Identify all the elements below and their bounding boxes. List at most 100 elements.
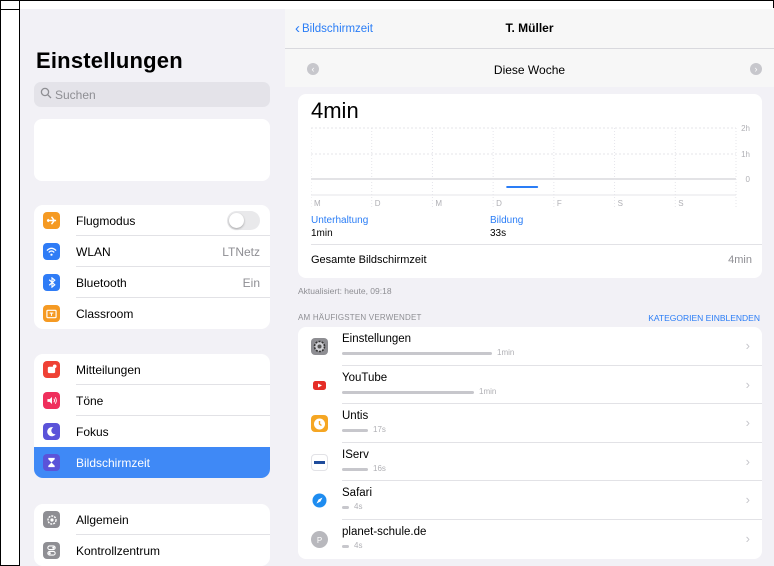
usage-bar xyxy=(342,544,349,548)
chevron-right-icon: › xyxy=(745,492,750,507)
app-row-einstellungen[interactable]: Einstellungen 1min › xyxy=(298,327,762,366)
app-row-youtube[interactable]: YouTube 1min › xyxy=(298,366,762,404)
sidebar-item-label: Flugmodus xyxy=(76,214,136,228)
chevron-right-icon: › xyxy=(745,453,750,469)
y-tick-label: 0 xyxy=(746,175,751,184)
day-label: D xyxy=(496,199,502,208)
app-row-safari[interactable]: Safari 4s › xyxy=(298,481,762,520)
gear-icon xyxy=(43,511,60,528)
sidebar-item-label: WLAN xyxy=(76,245,111,259)
sidebar-item-label: Fokus xyxy=(76,425,109,439)
category-name: Unterhaltung xyxy=(311,215,369,226)
sidebar-item-label: Mitteilungen xyxy=(76,363,141,377)
sidebar-item-allgemein[interactable]: Allgemein xyxy=(34,504,270,535)
weekly-usage-chart: M D M D F S S 2h 1h 0 xyxy=(311,124,751,208)
app-name: Untis xyxy=(342,410,369,422)
category-name: Bildung xyxy=(490,215,524,226)
usage-bar xyxy=(342,390,474,394)
app-row-iserv[interactable]: IServ 16s › xyxy=(298,443,762,481)
sidebar-item-kontrollzentrum[interactable]: Kontrollzentrum xyxy=(34,535,270,566)
moon-icon xyxy=(43,423,60,440)
day-label: S xyxy=(678,199,683,208)
next-week-button[interactable]: › xyxy=(750,63,762,75)
sidebar-group-notifications: Mitteilungen Töne Fokus Bildschirmzeit xyxy=(34,354,270,478)
sidebar-group-general: Allgemein Kontrollzentrum xyxy=(34,504,270,566)
usage-time: 1min xyxy=(479,386,497,396)
airplane-icon xyxy=(43,212,60,229)
week-label: Diese Woche xyxy=(493,63,566,77)
sidebar-item-value: Ein xyxy=(242,276,260,290)
total-screen-time-label[interactable]: Gesamte Bildschirmzeit xyxy=(311,254,427,266)
sidebar-item-value: LTNetz xyxy=(222,245,260,259)
chevron-right-icon: › xyxy=(745,338,750,353)
chevron-right-icon: › xyxy=(745,530,750,546)
day-label: F xyxy=(557,199,562,208)
safari-icon xyxy=(311,492,328,509)
sidebar-group-connectivity: Flugmodus WLAN LTNetz Bluetooth Ein Clas… xyxy=(34,205,270,329)
category-value: 33s xyxy=(490,228,507,239)
search-icon xyxy=(40,87,52,99)
category-legend-education: Bildung 33s xyxy=(490,215,523,239)
sidebar-item-flugmodus[interactable]: Flugmodus xyxy=(34,205,270,236)
sidebar-item-fokus[interactable]: Fokus xyxy=(34,416,270,447)
week-selector: ‹ Diese Woche › xyxy=(285,49,774,87)
settings-sidebar: Einstellungen Suchen Flugmodus WLAN LTNe… xyxy=(20,8,285,566)
youtube-icon xyxy=(311,376,328,394)
screen-time-detail: ‹ Bildschirmzeit T. Müller ‹ Diese Woche … xyxy=(285,8,774,566)
updated-timestamp: Aktualisiert: heute, 09:18 xyxy=(298,286,392,296)
iserv-icon xyxy=(311,453,328,471)
sidebar-item-toene[interactable]: Töne xyxy=(34,385,270,416)
app-row-untis[interactable]: Untis 17s › xyxy=(298,404,762,443)
search-input[interactable]: Suchen xyxy=(34,82,270,107)
search-placeholder: Suchen xyxy=(55,88,96,102)
frame-left-line xyxy=(19,8,20,566)
svg-text:P: P xyxy=(317,536,322,545)
sidebar-item-bildschirmzeit[interactable]: Bildschirmzeit xyxy=(34,447,270,478)
usage-bar xyxy=(342,352,492,355)
sidebar-item-bluetooth[interactable]: Bluetooth Ein xyxy=(34,267,270,298)
most-used-list: Einstellungen 1min › YouTube 1min › Unti… xyxy=(298,327,762,559)
category-legend-entertainment: Unterhaltung 1min xyxy=(311,215,368,239)
sidebar-item-label: Töne xyxy=(76,394,104,408)
toggle-knob xyxy=(229,213,244,228)
y-tick-label: 2h xyxy=(741,124,750,133)
classroom-icon xyxy=(43,305,60,322)
day-label: M xyxy=(314,199,321,208)
sidebar-item-wlan[interactable]: WLAN LTNetz xyxy=(34,236,270,267)
airplane-mode-toggle[interactable] xyxy=(227,211,260,230)
usage-time: 17s xyxy=(373,425,386,434)
website-icon: P xyxy=(311,530,328,548)
hourglass-icon xyxy=(43,454,60,471)
usage-time: 4s xyxy=(354,502,363,511)
usage-bar xyxy=(342,467,368,471)
app-name: YouTube xyxy=(342,371,388,384)
frame-top-line xyxy=(1,9,20,10)
sidebar-item-classroom[interactable]: Classroom xyxy=(34,298,270,329)
page-title: T. Müller xyxy=(505,21,554,35)
profile-card[interactable] xyxy=(34,119,270,181)
control-center-icon xyxy=(43,542,60,559)
untis-icon xyxy=(311,415,328,432)
show-categories-link[interactable]: KATEGORIEN EINBLENDEN xyxy=(648,313,760,323)
sidebar-item-label: Allgemein xyxy=(76,513,129,527)
sidebar-item-label: Bluetooth xyxy=(76,276,127,290)
chevron-right-icon: › xyxy=(745,376,750,392)
app-name: IServ xyxy=(342,448,369,461)
sidebar-item-label: Classroom xyxy=(76,307,134,321)
total-screen-time-value: 4min xyxy=(728,254,752,266)
usage-bar xyxy=(342,429,368,432)
bluetooth-icon xyxy=(43,274,60,291)
usage-chart-card: 4min M D M D F S S 2h 1h 0 Unterhaltung 1min Bild… xyxy=(298,94,762,278)
app-row-planet-schule[interactable]: P planet-schule.de 4s › xyxy=(298,520,762,559)
app-name: Safari xyxy=(342,487,373,499)
category-value: 1min xyxy=(311,228,333,239)
sidebar-title: Einstellungen xyxy=(36,48,183,73)
usage-time: 4s xyxy=(354,540,363,550)
usage-time: 1min xyxy=(497,348,515,357)
sidebar-item-label: Bildschirmzeit xyxy=(76,456,151,470)
day-label: D xyxy=(375,199,381,208)
section-header: AM HÄUFIGSTEN VERWENDET xyxy=(298,313,422,322)
app-name: planet-schule.de xyxy=(342,525,427,538)
sidebar-item-mitteilungen[interactable]: Mitteilungen xyxy=(34,354,270,385)
day-label: M xyxy=(435,199,442,208)
